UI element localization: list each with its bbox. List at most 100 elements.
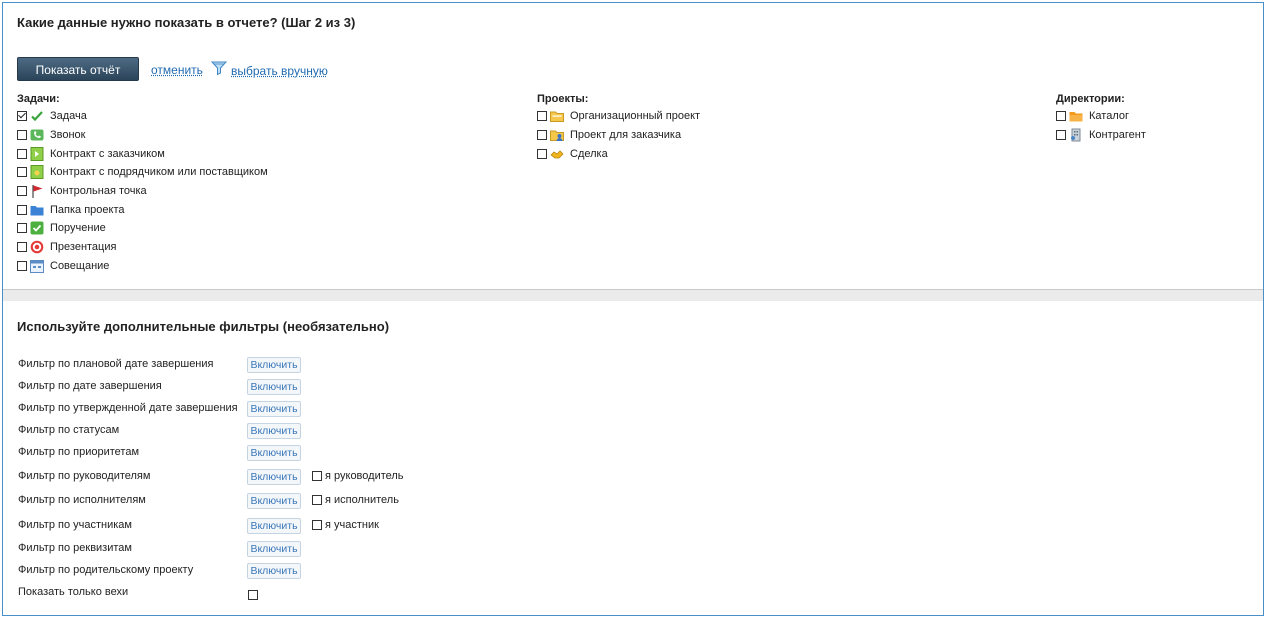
me-checkbox[interactable] <box>312 471 322 481</box>
projects-item-1[interactable]: Проект для заказчика <box>537 126 700 145</box>
phone-call-icon <box>30 128 44 142</box>
tasks-item-checkbox[interactable] <box>17 204 27 215</box>
directories-column-title: Директории: <box>1056 93 1125 105</box>
org-project-icon <box>550 109 564 123</box>
tasks-item-3[interactable]: Контракт с подрядчиком или поставщиком <box>17 163 268 182</box>
tasks-item-label: Поручение <box>50 222 106 235</box>
projects-item-label: Сделка <box>570 147 608 160</box>
projects-item-checkbox[interactable] <box>537 130 547 141</box>
tasks-item-1[interactable]: Звонок <box>17 126 268 145</box>
contract-client-icon <box>30 146 44 161</box>
section-divider <box>3 289 1263 301</box>
enable-filter-button[interactable]: Включить <box>247 541 301 557</box>
milestones-only-checkbox[interactable] <box>248 590 258 600</box>
task-check-icon <box>30 109 44 123</box>
client-project-icon <box>550 128 564 142</box>
filter-label: Фильтр по статусам <box>18 424 120 436</box>
enable-filter-button[interactable]: Включить <box>247 518 301 534</box>
show-report-button[interactable]: Показать отчёт <box>17 57 139 81</box>
tasks-column-title: Задачи: <box>17 93 60 105</box>
directories-item-label: Контрагент <box>1089 129 1146 142</box>
directories-item-label: Каталог <box>1089 110 1129 123</box>
tasks-item-label: Совещание <box>50 259 110 272</box>
tasks-item-checkbox[interactable] <box>17 148 27 159</box>
filter-funnel-icon <box>210 61 228 80</box>
enable-filter-button[interactable]: Включить <box>247 357 301 373</box>
projects-item-checkbox[interactable] <box>537 111 547 122</box>
projects-item-0[interactable]: Организационный проект <box>537 107 700 126</box>
select-manually-link[interactable]: выбрать вручную <box>210 61 328 80</box>
directories-list: Каталог Контрагент <box>1056 107 1146 144</box>
filters-title: Используйте дополнительные фильтры (необ… <box>17 319 390 334</box>
enable-filter-button[interactable]: Включить <box>247 423 301 439</box>
tasks-item-2[interactable]: Контракт с заказчиком <box>17 144 268 163</box>
tasks-item-checkbox[interactable] <box>17 167 27 178</box>
me-checkbox[interactable] <box>312 495 322 505</box>
catalog-folder-icon <box>1069 109 1083 123</box>
filter-label: Фильтр по плановой дате завершения <box>18 358 214 370</box>
assignment-check-icon <box>30 221 44 235</box>
tasks-item-label: Папка проекта <box>50 203 125 216</box>
tasks-list: Задача Звонок Контракт с заказчиком Контрак… <box>17 107 268 275</box>
flag-icon <box>30 184 44 199</box>
meeting-calendar-icon <box>30 259 44 273</box>
projects-item-label: Организационный проект <box>570 110 701 123</box>
projects-item-label: Проект для заказчика <box>570 129 682 142</box>
filter-label: Фильтр по родительскому проекту <box>18 564 194 576</box>
milestones-label: Показать только вехи <box>18 586 129 598</box>
directories-item-checkbox[interactable] <box>1056 130 1066 141</box>
tasks-item-0[interactable]: Задача <box>17 107 268 126</box>
tasks-item-7[interactable]: Презентация <box>17 238 268 257</box>
tasks-item-5[interactable]: Папка проекта <box>17 200 268 219</box>
folder-icon <box>30 203 44 217</box>
projects-item-2[interactable]: Сделка <box>537 144 700 163</box>
directories-item-0[interactable]: Каталог <box>1056 107 1146 126</box>
tasks-item-label: Звонок <box>50 129 86 142</box>
step-title: Какие данные нужно показать в отчете? (Ш… <box>17 15 356 30</box>
me-label: я участник <box>325 519 379 531</box>
tasks-item-checkbox[interactable] <box>17 186 27 197</box>
filter-label: Фильтр по дате завершения <box>18 380 162 392</box>
me-option[interactable]: я руководитель <box>312 470 404 482</box>
tasks-item-checkbox[interactable] <box>17 130 27 141</box>
directories-item-checkbox[interactable] <box>1056 111 1066 122</box>
filter-label: Фильтр по руководителям <box>18 470 151 482</box>
enable-filter-button[interactable]: Включить <box>247 469 301 485</box>
tasks-item-6[interactable]: Поручение <box>17 219 268 238</box>
select-manually-label[interactable]: выбрать вручную <box>231 64 328 78</box>
enable-filter-button[interactable]: Включить <box>247 445 301 461</box>
tasks-item-label: Презентация <box>50 241 117 254</box>
projects-column-title: Проекты: <box>537 93 589 105</box>
filter-label: Фильтр по исполнителям <box>18 494 146 506</box>
tasks-item-4[interactable]: Контрольная точка <box>17 182 268 201</box>
contract-supplier-icon <box>30 165 44 180</box>
tasks-item-label: Задача <box>50 110 87 123</box>
me-label: я исполнитель <box>325 494 399 506</box>
tasks-item-checkbox[interactable] <box>17 260 27 271</box>
filter-label: Фильтр по приоритетам <box>18 446 139 458</box>
tasks-item-checkbox[interactable] <box>17 111 27 122</box>
cancel-link[interactable]: отменить <box>151 63 203 77</box>
filter-label: Фильтр по реквизитам <box>18 542 132 554</box>
projects-item-checkbox[interactable] <box>537 148 547 159</box>
tasks-item-checkbox[interactable] <box>17 242 27 253</box>
target-icon <box>30 240 44 254</box>
tasks-item-label: Контрольная точка <box>50 185 147 198</box>
filter-label: Фильтр по участникам <box>18 519 132 531</box>
me-checkbox[interactable] <box>312 520 322 530</box>
tasks-item-label: Контракт с заказчиком <box>50 147 165 160</box>
tasks-item-checkbox[interactable] <box>17 223 27 234</box>
enable-filter-button[interactable]: Включить <box>247 563 301 579</box>
filter-label: Фильтр по утвержденной дате завершения <box>18 402 238 414</box>
deal-icon <box>550 147 564 161</box>
me-option[interactable]: я исполнитель <box>312 494 399 506</box>
tasks-item-8[interactable]: Совещание <box>17 257 268 276</box>
enable-filter-button[interactable]: Включить <box>247 379 301 395</box>
tasks-item-label: Контракт с подрядчиком или поставщиком <box>50 166 268 179</box>
enable-filter-button[interactable]: Включить <box>247 493 301 509</box>
enable-filter-button[interactable]: Включить <box>247 401 301 417</box>
directories-item-1[interactable]: Контрагент <box>1056 126 1146 145</box>
me-option[interactable]: я участник <box>312 519 379 531</box>
projects-list: Организационный проект Проект для заказчи… <box>537 107 700 163</box>
me-label: я руководитель <box>325 470 404 482</box>
